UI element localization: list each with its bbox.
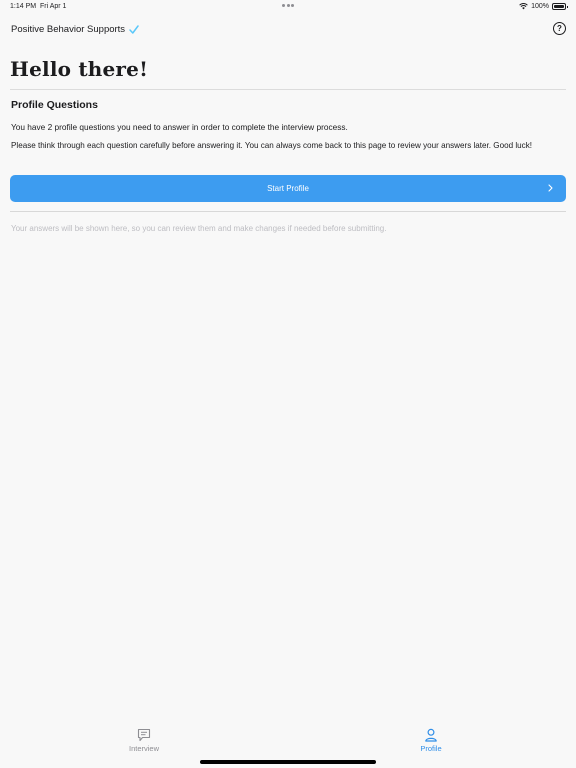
app-screen: 1:14 PM Fri Apr 1 100% Positive Behavior…: [0, 0, 576, 768]
wifi-icon: [519, 3, 528, 10]
start-profile-button[interactable]: Start Profile: [10, 175, 566, 202]
chevron-right-icon: [548, 184, 553, 192]
page-title: Hello there!: [10, 57, 149, 81]
status-indicators: 100%: [519, 2, 568, 10]
nav-title: Positive Behavior Supports: [11, 24, 139, 35]
battery-icon: [552, 2, 568, 10]
app-title: Positive Behavior Supports: [11, 24, 126, 35]
tab-label: Profile: [420, 744, 442, 753]
answers-placeholder: Your answers will be shown here, so you …: [11, 224, 387, 233]
question-circle-icon[interactable]: ?: [553, 22, 566, 35]
status-time: 1:14 PM: [10, 3, 37, 10]
instructions-text: Please think through each question caref…: [11, 141, 532, 150]
tab-profile[interactable]: Profile: [401, 728, 461, 753]
status-bar: 1:14 PM Fri Apr 1 100%: [0, 0, 576, 14]
tab-label: Interview: [128, 744, 159, 753]
battery-percent: 100%: [531, 2, 549, 10]
chat-bubble-icon: [137, 728, 151, 742]
divider: [10, 89, 566, 90]
divider: [10, 211, 566, 212]
check-icon: [129, 25, 139, 34]
intro-text: You have 2 profile questions you need to…: [11, 122, 348, 132]
tab-interview[interactable]: Interview: [114, 728, 174, 753]
start-profile-label: Start Profile: [267, 184, 309, 193]
status-date: Fri Apr 1: [40, 3, 67, 10]
section-heading: Profile Questions: [11, 99, 98, 111]
person-icon: [425, 728, 437, 742]
multitasking-dots-icon[interactable]: [282, 4, 294, 7]
home-indicator[interactable]: [200, 760, 376, 764]
